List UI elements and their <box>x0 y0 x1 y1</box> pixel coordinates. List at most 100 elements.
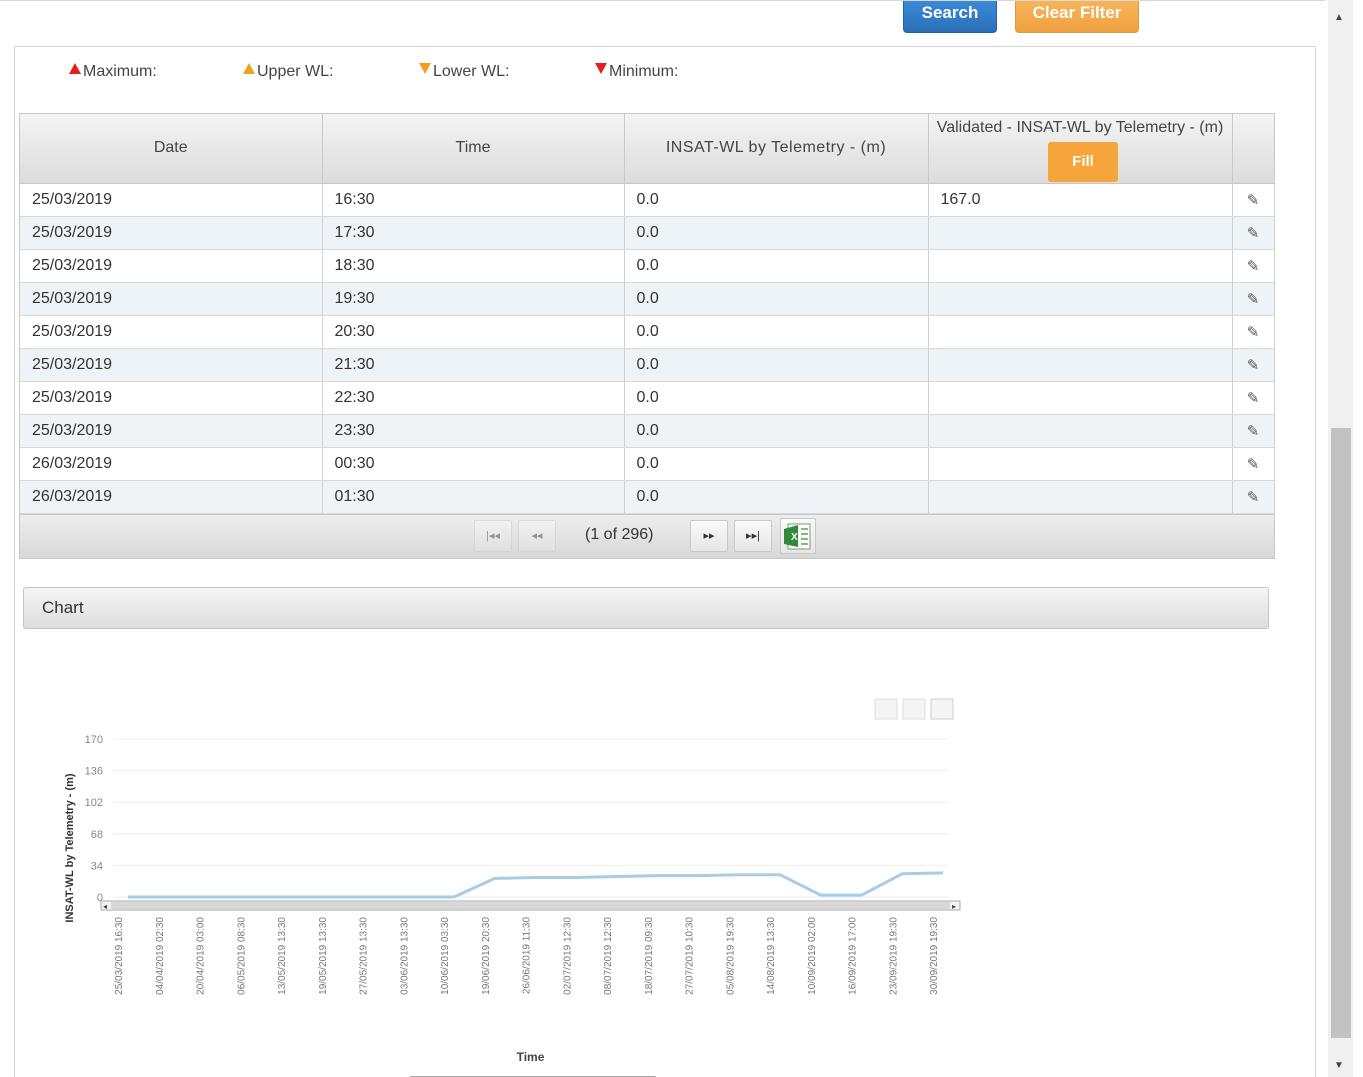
cell-validated: 167.0 <box>928 183 1233 217</box>
cell-validated <box>928 315 1233 349</box>
table-row[interactable]: 25/03/2019 22:30 0.0 ✎ <box>20 381 1275 415</box>
edit-row-pencil-icon[interactable]: ✎ <box>1232 315 1275 349</box>
chart-scroll-right-icon: ▸ <box>952 902 956 911</box>
cell-date: 26/03/2019 <box>20 447 323 481</box>
legend-upper-wl-label: Upper WL: <box>257 63 334 80</box>
edit-row-pencil-icon[interactable]: ✎ <box>1232 216 1275 250</box>
x-tick-label: 27/05/2019 13:30 <box>359 917 370 995</box>
table-row[interactable]: 25/03/2019 20:30 0.0 ✎ <box>20 315 1275 349</box>
search-button[interactable]: Search <box>903 1 997 33</box>
x-tick-label: 30/09/2019 19:30 <box>929 917 940 995</box>
cell-validated <box>928 447 1233 481</box>
x-tick-label: 19/06/2019 20:30 <box>481 917 492 995</box>
cell-date: 25/03/2019 <box>20 282 323 316</box>
legend-lower-wl: Lower WL: <box>419 63 509 81</box>
chart-scroll-thumb <box>111 902 950 909</box>
threshold-legend: Maximum: Upper WL: Lower WL: Minimum: <box>15 61 1315 85</box>
legend-minimum: Minimum: <box>595 63 678 81</box>
col-header-validated[interactable]: Validated - INSAT-WL by Telemetry - (m) … <box>928 114 1233 184</box>
col-header-telemetry[interactable]: INSAT-WL by Telemetry - (m) <box>624 114 929 184</box>
cell-value: 0.0 <box>624 183 929 217</box>
edit-row-pencil-icon[interactable]: ✎ <box>1232 282 1275 316</box>
cell-date: 25/03/2019 <box>20 216 323 250</box>
legend-maximum-label: Maximum: <box>83 63 157 80</box>
last-page-button[interactable]: ▸▸| <box>734 519 772 552</box>
page-info: (1 of 296) <box>585 525 654 543</box>
excel-export-icon[interactable]: X <box>780 517 816 554</box>
x-tick-label: 06/05/2019 08:30 <box>236 917 247 995</box>
edit-row-pencil-icon[interactable]: ✎ <box>1232 414 1275 448</box>
cell-date: 25/03/2019 <box>20 315 323 349</box>
cell-date: 25/03/2019 <box>20 381 323 415</box>
cell-time: 22:30 <box>322 381 625 415</box>
table-row[interactable]: 25/03/2019 16:30 0.0 167.0 ✎ <box>20 183 1275 217</box>
minimum-triangle-icon <box>595 63 607 74</box>
cell-time: 00:30 <box>322 447 625 481</box>
cell-time: 18:30 <box>322 249 625 283</box>
table-row[interactable]: 25/03/2019 23:30 0.0 ✎ <box>20 414 1275 448</box>
edit-row-pencil-icon[interactable]: ✎ <box>1232 447 1275 481</box>
col-header-edit <box>1232 114 1275 184</box>
lower-wl-triangle-icon <box>419 63 431 74</box>
paginator: |◂◂ ◂◂ (1 of 296) ▸▸ ▸▸| X <box>20 513 1274 558</box>
table-row[interactable]: 25/03/2019 17:30 0.0 ✎ <box>20 216 1275 250</box>
table-row[interactable]: 25/03/2019 18:30 0.0 ✎ <box>20 249 1275 283</box>
chart-print-icon <box>874 698 898 720</box>
cell-date: 25/03/2019 <box>20 183 323 217</box>
scroll-thumb[interactable] <box>1331 428 1351 1038</box>
legend-upper-wl: Upper WL: <box>243 63 333 81</box>
cell-validated <box>928 216 1233 250</box>
x-tick-label: 10/09/2019 02:00 <box>807 917 818 995</box>
x-tick-label: 05/08/2019 19:30 <box>725 917 736 995</box>
table-row[interactable]: 26/03/2019 01:30 0.0 ✎ <box>20 480 1275 514</box>
x-tick-label: 19/05/2019 13:30 <box>318 917 329 995</box>
chart-scroll-left-icon: ◂ <box>103 902 107 911</box>
data-grid: Date Time INSAT-WL by Telemetry - (m) Va… <box>19 113 1275 559</box>
cell-validated <box>928 249 1233 283</box>
y-tick-label: 34 <box>91 860 103 872</box>
cell-time: 19:30 <box>322 282 625 316</box>
cell-time: 16:30 <box>322 183 625 217</box>
legend-minimum-label: Minimum: <box>609 63 679 80</box>
cell-time: 20:30 <box>322 315 625 349</box>
scroll-up-icon[interactable]: ▲ <box>1334 12 1344 23</box>
cell-value: 0.0 <box>624 480 929 514</box>
fill-button[interactable]: Fill <box>1048 142 1118 183</box>
x-tick-label: 25/03/2019 16:30 <box>114 917 125 995</box>
cell-value: 0.0 <box>624 414 929 448</box>
cell-date: 25/03/2019 <box>20 249 323 283</box>
edit-row-pencil-icon[interactable]: ✎ <box>1232 480 1275 514</box>
y-tick-label: 68 <box>91 829 103 841</box>
prev-page-button[interactable]: ◂◂ <box>518 519 556 552</box>
x-tick-label: 10/06/2019 03:30 <box>440 917 451 995</box>
edit-row-pencil-icon[interactable]: ✎ <box>1232 183 1275 217</box>
scroll-down-icon[interactable]: ▼ <box>1334 1060 1344 1071</box>
table-row[interactable]: 25/03/2019 21:30 0.0 ✎ <box>20 348 1275 382</box>
x-tick-label: 20/04/2019 03:00 <box>196 917 207 995</box>
cell-time: 17:30 <box>322 216 625 250</box>
cell-validated <box>928 414 1233 448</box>
col-header-date[interactable]: Date <box>20 114 323 184</box>
x-axis-title: Time <box>517 1050 545 1064</box>
cell-validated <box>928 381 1233 415</box>
clear-filter-button[interactable]: Clear Filter <box>1015 1 1139 33</box>
x-tick-label: 16/09/2019 17:00 <box>848 917 859 995</box>
table-row[interactable]: 26/03/2019 00:30 0.0 ✎ <box>20 447 1275 481</box>
edit-row-pencil-icon[interactable]: ✎ <box>1232 381 1275 415</box>
series-line-values <box>128 871 944 899</box>
col-header-time[interactable]: Time <box>322 114 625 184</box>
chart-panel-header[interactable]: Chart <box>23 587 1269 629</box>
table-row[interactable]: 25/03/2019 19:30 0.0 ✎ <box>20 282 1275 316</box>
first-page-button[interactable]: |◂◂ <box>474 519 512 552</box>
vertical-scrollbar[interactable]: ▲ ▼ <box>1328 0 1353 1077</box>
cell-date: 25/03/2019 <box>20 414 323 448</box>
x-tick-label: 03/06/2019 13:30 <box>399 917 410 995</box>
x-tick-label: 08/07/2019 12:30 <box>603 917 614 995</box>
top-toolbar: Search Clear Filter <box>0 0 1325 34</box>
maximum-triangle-icon <box>69 63 81 74</box>
edit-row-pencil-icon[interactable]: ✎ <box>1232 249 1275 283</box>
next-page-button[interactable]: ▸▸ <box>690 519 728 552</box>
edit-row-pencil-icon[interactable]: ✎ <box>1232 348 1275 382</box>
cell-value: 0.0 <box>624 216 929 250</box>
x-tick-label: 02/07/2019 12:30 <box>562 917 573 995</box>
